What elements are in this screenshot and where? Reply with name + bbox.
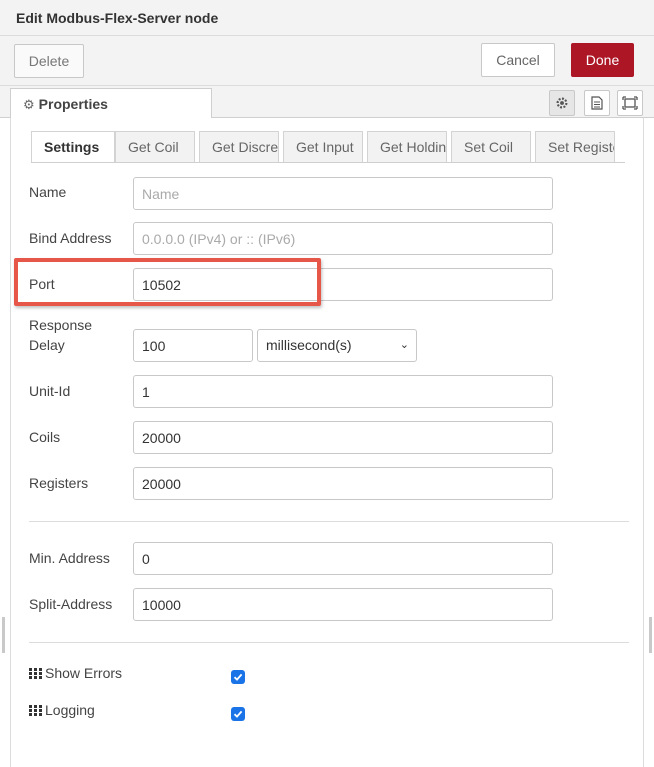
document-icon <box>591 96 603 110</box>
logging-text: Logging <box>45 702 95 718</box>
tab-properties-label: Properties <box>38 96 108 112</box>
split-address-label: Split-Address <box>29 596 113 612</box>
properties-tab-bar: ⚙ Properties <box>0 86 654 119</box>
delete-button[interactable]: Delete <box>14 44 84 78</box>
tab-set-register[interactable]: Set Register <box>535 131 615 162</box>
action-bar: Delete Cancel Done <box>0 36 654 86</box>
response-delay-label-line2: Delay <box>29 337 65 353</box>
checkmark-icon <box>233 710 243 718</box>
delay-unit-select[interactable]: millisecond(s) ⌄ <box>257 329 417 362</box>
logging-label: Logging <box>29 700 95 720</box>
grid-icon <box>29 705 42 716</box>
name-label: Name <box>29 184 67 200</box>
response-delay-label-line1: Response <box>29 317 93 333</box>
description-button[interactable] <box>584 90 610 116</box>
unit-id-input[interactable] <box>133 375 553 408</box>
show-errors-text: Show Errors <box>45 665 123 681</box>
port-label: Port <box>29 276 55 292</box>
tab-get-discrete[interactable]: Get Discrete <box>199 131 279 162</box>
grid-icon <box>29 668 42 679</box>
settings-gear-button[interactable] <box>549 90 575 116</box>
appearance-button[interactable] <box>617 90 643 116</box>
frame-icon <box>622 96 638 110</box>
cancel-button[interactable]: Cancel <box>481 43 555 77</box>
gear-icon: ⚙ <box>23 97 35 112</box>
bind-address-input[interactable] <box>133 222 553 255</box>
tab-properties[interactable]: ⚙ Properties <box>10 88 212 119</box>
port-input[interactable] <box>133 268 553 301</box>
registers-label: Registers <box>29 475 89 491</box>
properties-panel: Settings Get Coil Get Discrete Get Input… <box>10 118 644 767</box>
registers-input[interactable] <box>133 467 553 500</box>
bind-address-label: Bind Address <box>29 230 112 246</box>
coils-label: Coils <box>29 429 61 445</box>
delay-unit-value: millisecond(s) <box>266 337 352 353</box>
dialog-title: Edit Modbus-Flex-Server node <box>0 0 654 36</box>
min-address-input[interactable] <box>133 542 553 575</box>
done-button[interactable]: Done <box>571 43 634 77</box>
show-errors-checkbox[interactable] <box>231 670 245 684</box>
coils-input[interactable] <box>133 421 553 454</box>
unit-id-label: Unit-Id <box>29 383 71 399</box>
gear-icon <box>556 97 568 109</box>
name-input[interactable] <box>133 177 553 210</box>
section-divider <box>29 521 629 522</box>
logging-checkbox[interactable] <box>231 707 245 721</box>
resize-handle-left[interactable] <box>2 617 5 653</box>
tab-get-coil[interactable]: Get Coil <box>115 131 195 162</box>
chevron-down-icon: ⌄ <box>399 339 409 351</box>
min-address-label: Min. Address <box>29 550 110 566</box>
tab-set-coil[interactable]: Set Coil <box>451 131 531 162</box>
tab-get-holding[interactable]: Get Holding <box>367 131 447 162</box>
tab-get-input[interactable]: Get Input <box>283 131 363 162</box>
split-address-input[interactable] <box>133 588 553 621</box>
show-errors-label: Show Errors <box>29 663 122 683</box>
config-tabs: Settings Get Coil Get Discrete Get Input… <box>31 131 625 163</box>
tab-settings[interactable]: Settings <box>31 131 115 162</box>
response-delay-input[interactable] <box>133 329 253 362</box>
section-divider <box>29 642 629 643</box>
resize-handle-right[interactable] <box>649 617 652 653</box>
checkmark-icon <box>233 673 243 681</box>
